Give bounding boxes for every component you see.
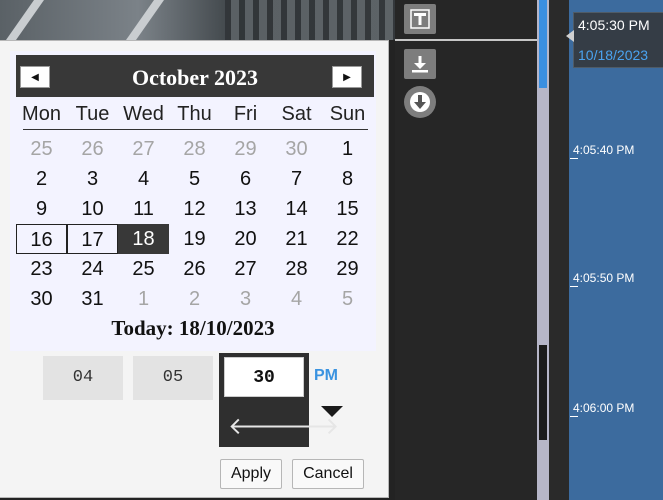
timeline-tick-label: 4:06:00 PM bbox=[569, 401, 635, 417]
export-button[interactable] bbox=[404, 49, 436, 79]
calendar-day[interactable]: 29 bbox=[322, 254, 373, 284]
calendar-week-row: 30 31 1 2 3 4 5 bbox=[16, 284, 374, 314]
timeline-recorded-segment bbox=[539, 0, 547, 88]
calendar-day[interactable]: 8 bbox=[322, 164, 373, 194]
minute-field[interactable]: 05 bbox=[133, 356, 213, 400]
day-grid: 25 26 27 28 29 30 1 2 3 4 5 6 7 8 9 10 11 12 13 14 15 16 17 18 1… bbox=[16, 134, 374, 314]
weekday-label: Thu bbox=[177, 103, 212, 125]
calendar-header: ◀ October 2023 ▶ bbox=[16, 55, 374, 97]
arrow-right-icon: ▶ bbox=[343, 71, 351, 83]
calendar-week-row: 25 26 27 28 29 30 1 bbox=[16, 134, 374, 164]
calendar-day[interactable]: 25 bbox=[16, 134, 67, 164]
calendar-day[interactable]: 26 bbox=[67, 134, 118, 164]
calendar-day[interactable]: 30 bbox=[271, 134, 322, 164]
calendar-day[interactable]: 3 bbox=[220, 284, 271, 314]
calendar-day[interactable]: 29 bbox=[220, 134, 271, 164]
calendar-day[interactable]: 28 bbox=[169, 134, 220, 164]
month-title: October 2023 bbox=[131, 65, 259, 90]
download-button[interactable] bbox=[404, 86, 436, 118]
video-preview bbox=[0, 0, 395, 40]
calendar-day[interactable]: 19 bbox=[169, 224, 220, 254]
calendar-day[interactable]: 28 bbox=[271, 254, 322, 284]
calendar-day[interactable]: 10 bbox=[67, 194, 118, 224]
calendar-day[interactable]: 4 bbox=[271, 284, 322, 314]
calendar-day[interactable]: 9 bbox=[16, 194, 67, 224]
calendar-day[interactable]: 7 bbox=[271, 164, 322, 194]
datetime-picker-popup: ◀ October 2023 ▶ Mon Tue Wed Thu Fri Sat… bbox=[0, 40, 389, 498]
cursor-date-label: 10/18/2023 bbox=[578, 47, 649, 63]
weekday-label: Wed bbox=[123, 103, 164, 125]
calendar-day[interactable]: 27 bbox=[118, 134, 169, 164]
hour-field[interactable]: 04 bbox=[43, 356, 123, 400]
calendar-day[interactable]: 3 bbox=[67, 164, 118, 194]
second-spinner: 30 🡐 🡒 bbox=[219, 353, 339, 447]
calendar-day[interactable]: 17 bbox=[67, 224, 118, 254]
calendar-day[interactable]: 25 bbox=[118, 254, 169, 284]
calendar-day[interactable]: 2 bbox=[169, 284, 220, 314]
download-icon bbox=[410, 92, 430, 112]
calendar-day[interactable]: 4 bbox=[118, 164, 169, 194]
timeline-ruler[interactable] bbox=[569, 0, 663, 500]
calendar-day[interactable]: 12 bbox=[169, 194, 220, 224]
weekday-label: Mon bbox=[22, 103, 61, 125]
timeline-tick-label: 4:05:50 PM bbox=[569, 271, 635, 287]
timeline-tick-label: 4:05:40 PM bbox=[569, 143, 635, 159]
weekday-divider bbox=[23, 129, 368, 130]
calendar-day[interactable]: 14 bbox=[271, 194, 322, 224]
ampm-toggle[interactable]: PM bbox=[314, 367, 338, 385]
cancel-button[interactable]: Cancel bbox=[292, 459, 364, 489]
calendar-week-row: 23 24 25 26 27 28 29 bbox=[16, 254, 374, 284]
weekday-label: Fri bbox=[233, 103, 258, 125]
calendar-week-row: 2345678 bbox=[16, 164, 374, 194]
calendar-day[interactable]: 2 bbox=[16, 164, 67, 194]
text-tool-icon bbox=[410, 9, 430, 29]
calendar-day[interactable]: 1 bbox=[322, 134, 373, 164]
cursor-time-label: 4:05:30 PM bbox=[578, 17, 650, 33]
weekday-label: Sun bbox=[329, 103, 366, 125]
text-tool-button[interactable] bbox=[404, 4, 436, 34]
calendar: ◀ October 2023 ▶ Mon Tue Wed Thu Fri Sat… bbox=[10, 51, 376, 351]
timeline-gap-segment bbox=[539, 345, 547, 440]
export-icon bbox=[412, 56, 428, 73]
weekday-header-row: Mon Tue Wed Thu Fri Sat Sun bbox=[16, 103, 374, 126]
next-month-button[interactable]: ▶ bbox=[332, 66, 362, 88]
timeline-scroll-track[interactable] bbox=[537, 0, 549, 500]
calendar-day[interactable]: 26 bbox=[169, 254, 220, 284]
calendar-day[interactable]: 31 bbox=[67, 284, 118, 314]
calendar-day[interactable]: 15 bbox=[322, 194, 373, 224]
calendar-day[interactable]: 24 bbox=[67, 254, 118, 284]
apply-button[interactable]: Apply bbox=[220, 459, 282, 489]
calendar-day-selected[interactable]: 18 bbox=[118, 224, 169, 254]
time-cursor-marker[interactable] bbox=[566, 30, 574, 42]
calendar-day[interactable]: 1 bbox=[118, 284, 169, 314]
weekday-label: Tue bbox=[75, 103, 110, 125]
calendar-day[interactable]: 6 bbox=[220, 164, 271, 194]
today-button[interactable]: Today: 18/10/2023 bbox=[10, 316, 376, 341]
calendar-week-row: 16 17 18 19 20 21 22 bbox=[16, 224, 374, 254]
second-field[interactable]: 30 bbox=[224, 357, 304, 397]
calendar-day[interactable]: 27 bbox=[220, 254, 271, 284]
calendar-day[interactable]: 20 bbox=[220, 224, 271, 254]
calendar-day[interactable]: 11 bbox=[118, 194, 169, 224]
calendar-day[interactable]: 23 bbox=[16, 254, 67, 284]
weekday-label: Sat bbox=[281, 103, 312, 125]
calendar-day[interactable]: 21 bbox=[271, 224, 322, 254]
calendar-day[interactable]: 5 bbox=[322, 284, 373, 314]
calendar-day[interactable]: 16 bbox=[16, 224, 67, 254]
calendar-week-row: 9 10 11 12 13 14 15 bbox=[16, 194, 374, 224]
chevron-down-icon[interactable] bbox=[321, 406, 343, 417]
calendar-day[interactable]: 13 bbox=[220, 194, 271, 224]
calendar-day[interactable]: 30 bbox=[16, 284, 67, 314]
calendar-day[interactable]: 5 bbox=[169, 164, 220, 194]
calendar-day[interactable]: 22 bbox=[322, 224, 373, 254]
